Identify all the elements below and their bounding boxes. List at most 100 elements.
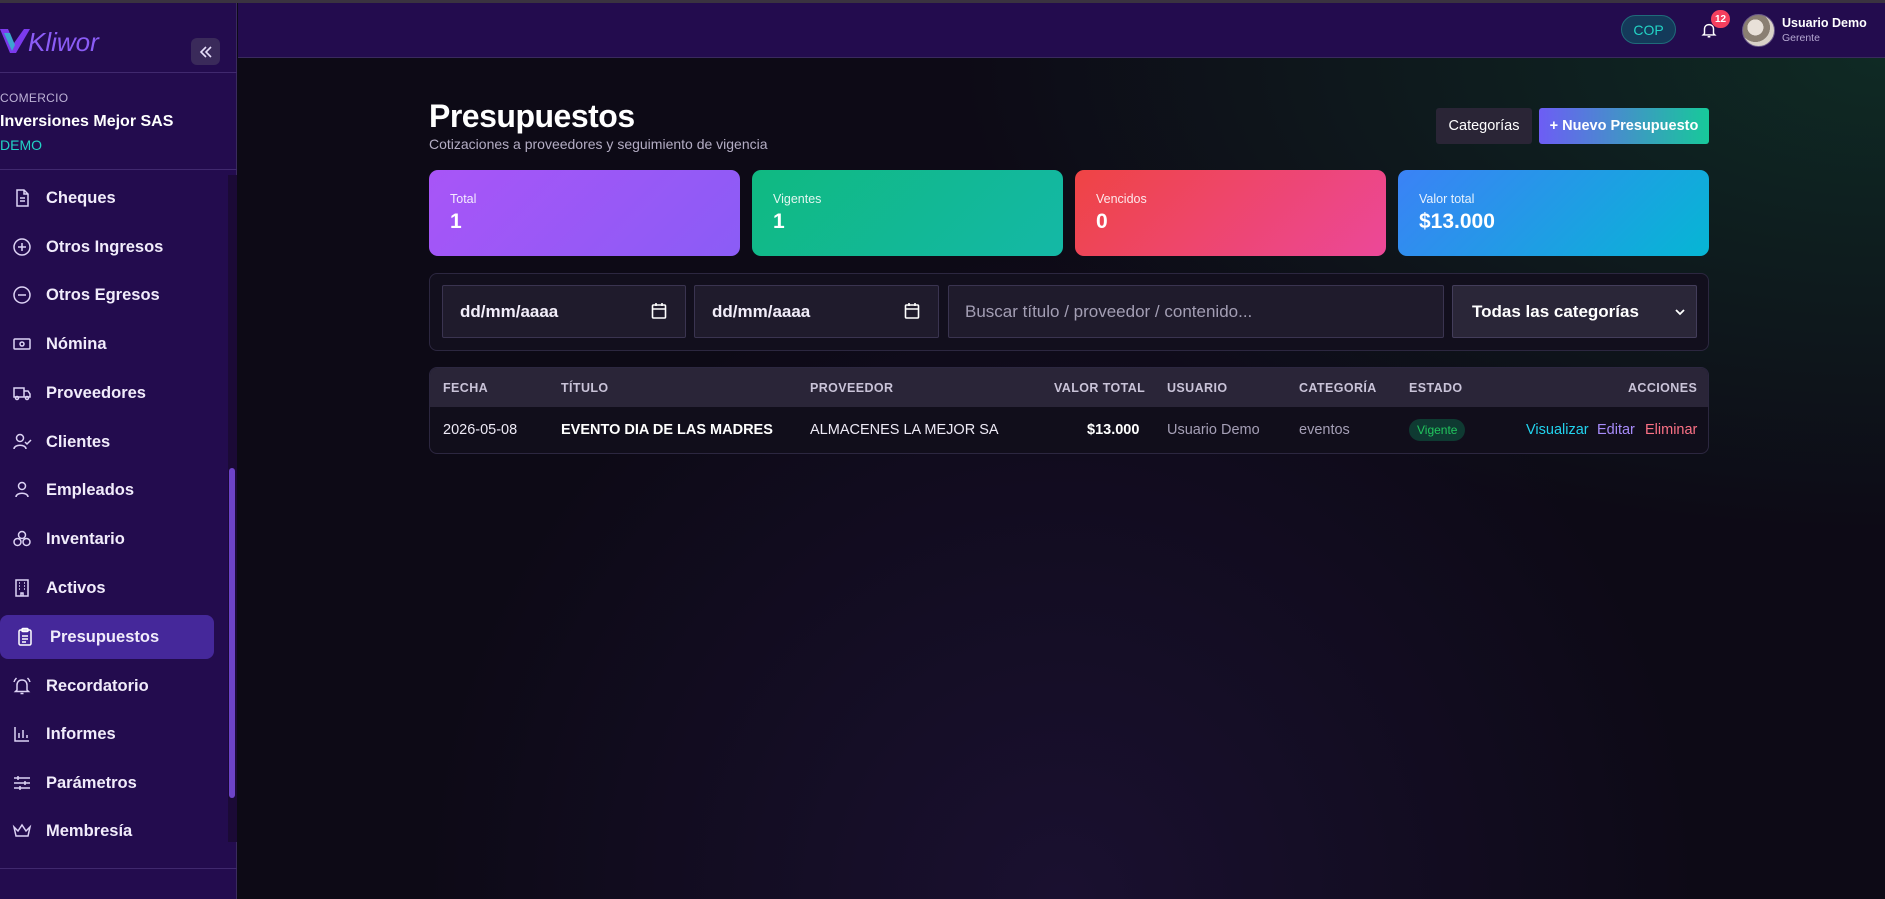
collapse-sidebar-button[interactable] [191, 38, 220, 65]
column-header-proveedor[interactable]: PROVEEDOR [810, 381, 893, 395]
sidebar-item-label: Parámetros [46, 773, 137, 792]
user-icon [10, 478, 34, 502]
calendar-icon[interactable] [904, 302, 920, 320]
stat-value: 0 [1096, 210, 1108, 233]
user-name[interactable]: Usuario Demo [1782, 16, 1867, 30]
view-link[interactable]: Visualizar [1526, 422, 1589, 438]
edit-link[interactable]: Editar [1597, 422, 1635, 438]
sidebar-item-cheques[interactable]: Cheques [0, 176, 214, 220]
date-to-input[interactable]: dd/mm/aaaa [694, 285, 939, 338]
sidebar-item-clientes[interactable]: Clientes [0, 420, 214, 464]
sliders-icon [10, 771, 34, 795]
user-check-icon [10, 430, 34, 454]
avatar[interactable] [1742, 14, 1775, 47]
top-header: COP 12 Usuario Demo Gerente [238, 3, 1885, 58]
column-header-estado[interactable]: ESTADO [1409, 381, 1463, 395]
company-type: COMERCIO [0, 91, 69, 105]
stat-value: $13.000 [1419, 210, 1495, 233]
page-title: Presupuestos [429, 98, 635, 134]
category-select-value: Todas las categorías [1472, 301, 1639, 321]
sidebar-item-label: Presupuestos [50, 627, 160, 646]
sidebar-item-inventario[interactable]: Inventario [0, 517, 214, 561]
page-subtitle: Cotizaciones a proveedores y seguimiento… [429, 136, 768, 152]
stat-card-total: Total 1 [429, 170, 740, 256]
sidebar: Kliwor COMERCIO Inversiones Mejor SAS DE… [0, 3, 237, 899]
notification-count-badge: 12 [1711, 10, 1731, 28]
sidebar-item-proveedores[interactable]: Proveedores [0, 371, 214, 415]
brand-name: Kliwor [28, 27, 100, 57]
boxes-icon [10, 527, 34, 551]
sidebar-item-recordatorio[interactable]: Recordatorio [0, 664, 214, 708]
bar-chart-icon [10, 722, 34, 746]
user-role: Gerente [1782, 32, 1820, 44]
sidebar-item-activos[interactable]: Activos [0, 566, 214, 610]
column-header-fecha[interactable]: FECHA [443, 381, 488, 395]
new-budget-button[interactable]: + Nuevo Presupuesto [1539, 108, 1709, 144]
currency-selector[interactable]: COP [1621, 15, 1676, 44]
clipboard-icon [13, 625, 37, 649]
chevron-down-icon [1675, 309, 1685, 316]
cell-categoria: eventos [1299, 422, 1350, 438]
delete-link[interactable]: Eliminar [1645, 422, 1697, 438]
sidebar-item-parametros[interactable]: Parámetros [0, 761, 214, 805]
plus-circle-icon [10, 235, 34, 259]
sidebar-item-informes[interactable]: Informes [0, 712, 214, 756]
category-select[interactable]: Todas las categorías [1452, 285, 1697, 338]
column-header-acciones: ACCIONES [1628, 381, 1698, 395]
sidebar-scrollbar-thumb[interactable] [229, 468, 235, 798]
stat-value: 1 [450, 210, 462, 233]
sidebar-item-label: Empleados [46, 480, 135, 499]
sidebar-item-label: Otros Ingresos [46, 237, 164, 256]
cell-valor-total: $13.000 [1087, 422, 1140, 438]
date-to-value: dd/mm/aaaa [712, 301, 811, 321]
stat-label: Total [450, 192, 477, 206]
calendar-icon[interactable] [651, 302, 667, 320]
chevrons-left-icon [199, 45, 212, 58]
building-icon [10, 576, 34, 600]
banknote-icon [10, 332, 34, 356]
sidebar-item-nomina[interactable]: Nómina [0, 322, 214, 366]
sidebar-item-label: Membresía [46, 821, 133, 840]
sidebar-item-label: Proveedores [46, 383, 146, 402]
sidebar-item-label: Inventario [46, 529, 125, 548]
sidebar-divider [0, 868, 237, 869]
date-from-input[interactable]: dd/mm/aaaa [442, 285, 686, 338]
stat-label: Vigentes [773, 192, 822, 206]
sidebar-divider [0, 169, 237, 170]
stat-card-vigentes: Vigentes 1 [752, 170, 1063, 256]
stat-label: Vencidos [1096, 192, 1147, 206]
document-icon [10, 186, 34, 210]
cell-fecha: 2026-05-08 [443, 422, 518, 438]
column-header-titulo[interactable]: TÍTULO [561, 381, 609, 395]
sidebar-item-presupuestos[interactable]: Presupuestos [0, 615, 214, 659]
sidebar-item-empleados[interactable]: Empleados [0, 468, 214, 512]
column-header-usuario[interactable]: USUARIO [1167, 381, 1227, 395]
sidebar-item-otros-egresos[interactable]: Otros Egresos [0, 273, 214, 317]
sidebar-nav: Cheques Otros Ingresos Otros Egresos Nóm… [0, 175, 228, 842]
crown-icon [10, 819, 34, 842]
search-input[interactable]: Buscar título / proveedor / contenido... [948, 285, 1444, 338]
sidebar-item-label: Recordatorio [46, 676, 149, 695]
brand: Kliwor [0, 17, 237, 65]
cell-usuario: Usuario Demo [1167, 422, 1260, 438]
sidebar-item-label: Otros Egresos [46, 285, 160, 304]
sidebar-item-label: Clientes [46, 432, 111, 451]
sidebar-item-membresia[interactable]: Membresía [0, 809, 214, 842]
sidebar-item-label: Activos [46, 578, 106, 597]
column-header-categoria[interactable]: CATEGORÍA [1299, 381, 1377, 395]
sidebar-item-label: Nómina [46, 334, 107, 353]
date-from-value: dd/mm/aaaa [460, 301, 559, 321]
stat-card-vencidos: Vencidos 0 [1075, 170, 1386, 256]
sidebar-divider [0, 72, 237, 73]
company-info: COMERCIO Inversiones Mejor SAS DEMO [0, 91, 237, 153]
filters-panel: dd/mm/aaaa dd/mm/aaaa Buscar título / pr… [429, 273, 1709, 351]
categorias-button[interactable]: Categorías [1436, 108, 1532, 144]
sidebar-item-label: Cheques [46, 188, 116, 207]
cell-proveedor: ALMACENES LA MEJOR SA [810, 422, 999, 438]
stat-card-valor-total: Valor total $13.000 [1398, 170, 1709, 256]
truck-icon [10, 381, 34, 405]
kliwor-logo[interactable]: Kliwor [0, 23, 130, 59]
sidebar-item-otros-ingresos[interactable]: Otros Ingresos [0, 225, 214, 269]
column-header-valor-total[interactable]: VALOR TOTAL [1054, 381, 1145, 395]
minus-circle-icon [10, 283, 34, 307]
